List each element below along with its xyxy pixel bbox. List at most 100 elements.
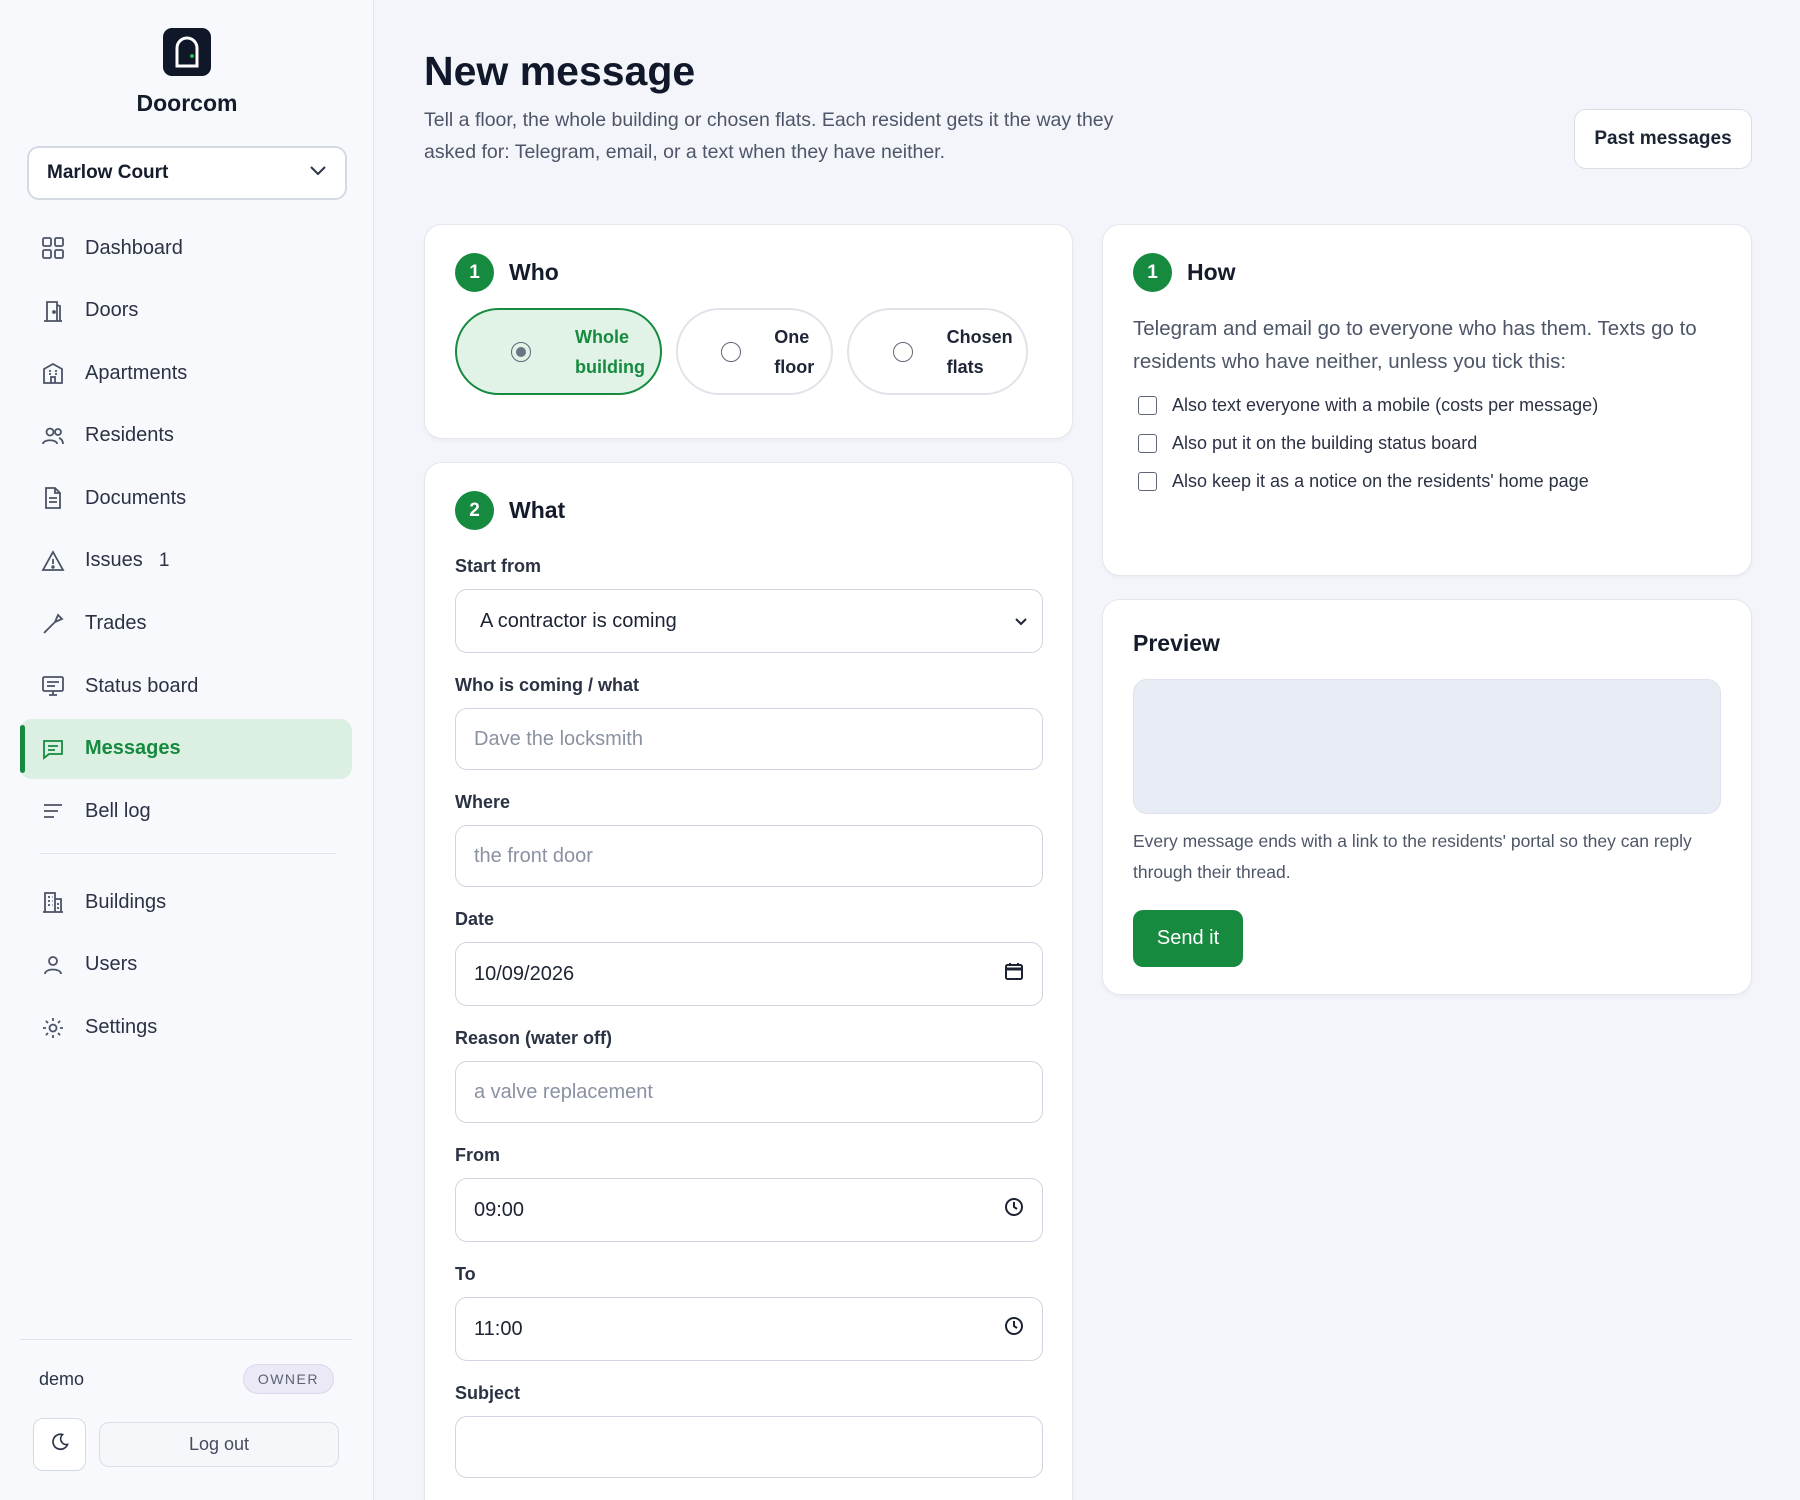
who-card-title: Who — [509, 259, 559, 285]
sidebar-item-doors[interactable]: Doors — [20, 281, 352, 341]
preview-card: Preview Every message ends with a link t… — [1102, 599, 1752, 995]
issues-count-badge: 1 — [158, 549, 170, 571]
sidebar-item-label: Documents — [85, 486, 187, 509]
from-time-input[interactable]: 09:00 — [455, 1178, 1043, 1242]
sidebar-item-label: Users — [85, 953, 138, 976]
radio-selected-icon — [511, 341, 531, 362]
sidebar-item-label: Settings — [85, 1016, 158, 1039]
checkbox[interactable] — [1138, 396, 1157, 415]
calendar-icon[interactable] — [1004, 961, 1024, 987]
sidebar-item-documents[interactable]: Documents — [20, 468, 352, 528]
audience-option-label: Whole building — [575, 326, 645, 377]
chevron-down-icon — [309, 164, 327, 182]
brand: Doorcom — [0, 28, 374, 117]
sidebar-item-residents[interactable]: Residents — [20, 406, 352, 466]
audience-options: Whole building One floor Chosen flats — [455, 308, 1042, 395]
how-description: Telegram and email go to everyone who ha… — [1133, 317, 1697, 373]
page-description: Tell a floor, the whole building or chos… — [424, 109, 1114, 163]
how-card-header: 1 How — [1133, 253, 1721, 292]
checkbox[interactable] — [1138, 434, 1157, 453]
checkbox-label: Also text everyone with a mobile (costs … — [1172, 395, 1599, 415]
wrench-icon — [40, 611, 66, 637]
how-card-title: How — [1187, 259, 1236, 285]
step-number: 2 — [455, 491, 494, 530]
who-card: 1 Who Whole building One floor Chosen fl… — [424, 224, 1073, 439]
template-select[interactable]: A contractor is coming — [455, 589, 1043, 653]
sidebar-item-label: Status board — [85, 674, 199, 697]
radio-icon — [721, 341, 742, 362]
sidebar-item-dashboard[interactable]: Dashboard — [20, 218, 352, 278]
option-status-board[interactable]: Also put it on the building status board — [1133, 433, 1721, 454]
audience-one-floor[interactable]: One floor — [676, 308, 833, 395]
gear-icon — [40, 1015, 66, 1041]
sidebar-item-buildings[interactable]: Buildings — [20, 872, 352, 932]
building-selector[interactable]: Marlow Court — [27, 146, 347, 200]
past-messages-button[interactable]: Past messages — [1574, 109, 1752, 169]
sidebar-item-users[interactable]: Users — [20, 935, 352, 995]
grid-icon — [40, 235, 66, 261]
radio-icon — [892, 341, 913, 362]
reason-placeholder: a valve replacement — [474, 1080, 653, 1103]
to-time-input[interactable]: 11:00 — [455, 1297, 1043, 1361]
subject-label: Subject — [455, 1383, 521, 1403]
checkbox-label: Also keep it as a notice on the resident… — [1172, 471, 1589, 491]
sidebar-item-label: Residents — [85, 424, 174, 447]
to-time-value: 11:00 — [474, 1317, 523, 1340]
sidebar-item-settings[interactable]: Settings — [20, 998, 352, 1058]
message-icon — [40, 736, 66, 762]
preview-title: Preview — [1133, 630, 1220, 656]
from-time-value: 09:00 — [474, 1198, 525, 1221]
apartment-icon — [40, 360, 66, 386]
document-icon — [40, 485, 66, 511]
what-card-header: 2 What — [455, 491, 1042, 530]
sidebar-item-status-board[interactable]: Status board — [20, 656, 352, 716]
subject-input[interactable] — [455, 1416, 1043, 1478]
option-home-notice[interactable]: Also keep it as a notice on the resident… — [1133, 471, 1721, 492]
sidebar-footer: demo OWNER Log out — [20, 1339, 352, 1471]
where-label: Where — [455, 792, 511, 812]
sidebar-item-label: Apartments — [85, 361, 188, 384]
sidebar-item-label: Buildings — [85, 890, 167, 913]
how-card: 1 How Telegram and email go to everyone … — [1102, 224, 1752, 576]
checkbox-label: Also put it on the building status board — [1172, 433, 1478, 453]
start-from-label: Start from — [455, 556, 542, 576]
clock-icon[interactable] — [1004, 1197, 1024, 1223]
logout-button[interactable]: Log out — [99, 1422, 339, 1467]
sidebar-item-trades[interactable]: Trades — [20, 594, 352, 654]
reason-input[interactable]: a valve replacement — [455, 1061, 1043, 1123]
audience-option-label: Chosen flats — [946, 326, 1013, 377]
sidebar-item-apartments[interactable]: Apartments — [20, 343, 352, 403]
preview-box — [1133, 679, 1721, 814]
checkbox[interactable] — [1138, 472, 1157, 491]
sidebar-item-label: Issues — [85, 549, 143, 572]
step-number: 1 — [1133, 253, 1172, 292]
sidebar-item-issues[interactable]: Issues 1 — [20, 531, 352, 591]
theme-toggle-button[interactable] — [33, 1418, 86, 1471]
who-coming-input[interactable]: Dave the locksmith — [455, 708, 1043, 770]
what-card: 2 What Start from A contractor is coming… — [424, 462, 1073, 1500]
user-row: demo OWNER — [20, 1340, 352, 1394]
option-text-everyone[interactable]: Also text everyone with a mobile (costs … — [1133, 395, 1721, 416]
sidebar-nav: Dashboard Doors Apartments Residents Doc… — [20, 218, 352, 1060]
audience-whole-building[interactable]: Whole building — [455, 308, 663, 395]
page-title: New message — [424, 48, 696, 94]
send-button[interactable]: Send it — [1133, 910, 1243, 967]
nav-divider — [40, 853, 336, 855]
to-time-label: To — [455, 1264, 476, 1284]
who-coming-label: Who is coming / what — [455, 675, 639, 695]
footer-actions: Log out — [20, 1418, 352, 1471]
clock-icon[interactable] — [1004, 1316, 1024, 1342]
sidebar-item-label: Trades — [85, 612, 147, 635]
date-value: 10/09/2026 — [474, 962, 575, 985]
date-input[interactable]: 10/09/2026 — [455, 942, 1043, 1006]
role-badge: OWNER — [242, 1364, 334, 1394]
sidebar-item-messages[interactable]: Messages — [20, 718, 352, 779]
building-icon — [40, 889, 66, 915]
sidebar-item-label: Bell log — [85, 799, 151, 822]
audience-option-label: One floor — [774, 326, 815, 377]
preview-note: Every message ends with a link to the re… — [1133, 831, 1692, 882]
where-input[interactable]: the front door — [455, 825, 1043, 887]
step-number: 1 — [455, 253, 494, 292]
audience-chosen-flats[interactable]: Chosen flats — [846, 308, 1028, 395]
sidebar-item-bell-log[interactable]: Bell log — [20, 781, 352, 841]
